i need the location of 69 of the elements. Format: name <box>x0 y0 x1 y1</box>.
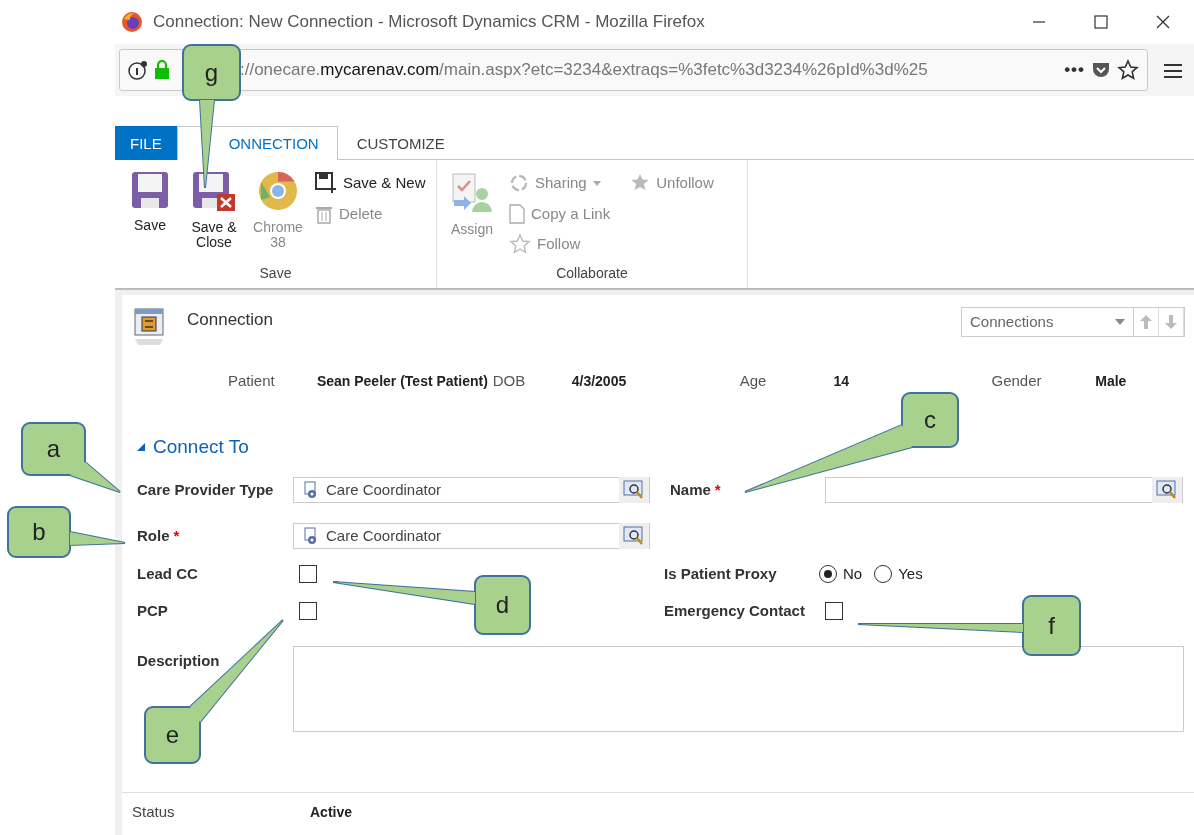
field-label: Care Provider Type <box>137 479 275 500</box>
callout: a <box>21 422 121 493</box>
more-button[interactable]: ••• <box>1064 57 1085 83</box>
checkbox[interactable] <box>825 601 843 620</box>
checkbox[interactable] <box>299 565 317 584</box>
form-title: Connection <box>187 309 273 331</box>
callout: b <box>7 506 126 558</box>
radio-option[interactable]: No <box>819 563 875 586</box>
caret-icon <box>1115 319 1125 325</box>
field-label: DOB <box>492 370 527 391</box>
group-label: Collaborate <box>555 264 629 283</box>
lookup-field[interactable] <box>825 477 1183 503</box>
save-new-icon <box>315 172 337 195</box>
save-icon <box>130 170 170 210</box>
browser-logo-icon <box>121 11 143 33</box>
description-field[interactable] <box>293 646 1184 732</box>
ribbon-button[interactable]: Save & New <box>311 170 430 197</box>
field-label: Patient <box>228 370 276 391</box>
field-value: 4/3/2005 <box>571 371 628 391</box>
required-mark: * <box>173 526 180 544</box>
lock-icon <box>154 60 170 80</box>
search-icon[interactable] <box>623 526 645 546</box>
entity-icon <box>133 307 167 347</box>
file-tab[interactable]: FILE <box>115 125 177 160</box>
maximize-icon[interactable] <box>1094 15 1108 29</box>
radio-option[interactable]: Yes <box>874 563 935 586</box>
browser-logo-icon <box>257 170 299 212</box>
field-label: Name <box>670 480 711 498</box>
field-label: Lead CC <box>137 564 199 584</box>
address-field[interactable]: ://onecare.mycarenav.com/main.aspx?etc=3234&extraqs=%3fetc%3d3234%26pId%3d%25 <box>240 57 1059 83</box>
field-value: Sean Peeler (Test Patient) <box>316 371 489 391</box>
field-label: Role <box>137 526 170 544</box>
checkbox[interactable] <box>299 601 317 620</box>
window-title: Connection: New Connection - Microsoft Dynamics CRM - Mozilla Firefox <box>153 11 706 34</box>
required-mark: * <box>714 480 721 498</box>
field-label: PCP <box>137 600 169 621</box>
close-icon[interactable] <box>1156 15 1170 29</box>
ribbon-button[interactable]: Save <box>119 166 181 237</box>
field-value: Male <box>1095 371 1128 391</box>
pocket-icon[interactable] <box>1091 60 1111 80</box>
callout: f <box>857 595 1081 656</box>
lookup-field[interactable]: Care Coordinator <box>293 477 650 503</box>
field-value: 14 <box>833 371 851 391</box>
ribbon-tab[interactable]: CUSTOMIZE <box>337 125 464 160</box>
field-label: Gender <box>991 370 1043 391</box>
search-icon[interactable] <box>1156 480 1178 500</box>
callout: c <box>744 392 959 493</box>
assign-icon <box>450 170 494 214</box>
search-icon[interactable] <box>623 480 645 500</box>
menu-icon[interactable] <box>1164 62 1182 79</box>
field-label: Age <box>739 370 768 391</box>
callout: d <box>332 575 531 635</box>
group-label: Save <box>258 264 293 283</box>
star-icon[interactable] <box>1117 59 1139 81</box>
field-label: Status <box>132 802 176 823</box>
info-icon[interactable] <box>128 60 148 80</box>
ribbon-button[interactable]: Save & Close <box>183 166 245 254</box>
ribbon-tab[interactable]: ONNECTION <box>176 125 338 160</box>
field-label: Is Patient Proxy <box>664 564 778 584</box>
save-close-icon <box>191 170 237 212</box>
field-label: Emergency Contact <box>664 600 806 621</box>
sharing-icon <box>509 173 529 194</box>
collapse-icon[interactable] <box>137 443 145 451</box>
lookup-field[interactable]: Care Coordinator <box>293 523 650 549</box>
field-label: Description <box>137 651 221 671</box>
star-icon <box>509 233 531 256</box>
section-title: Connect To <box>153 434 249 459</box>
document-icon <box>509 203 525 224</box>
field-value: Active <box>310 803 353 822</box>
